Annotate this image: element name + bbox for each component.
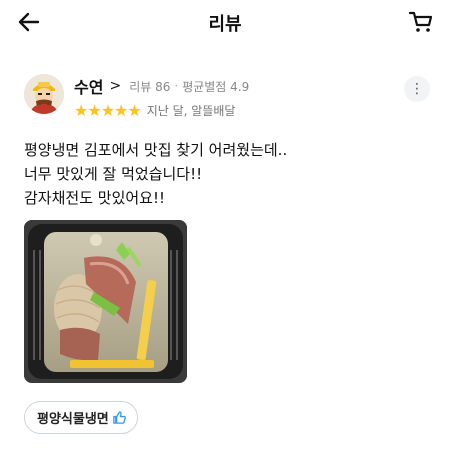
page-title: 리뷰	[208, 14, 242, 35]
review-text: 평양냉면 김포에서 맛집 찾기 어려웠는데.. 너무 맛있게 잘 먹었습니다!!…	[24, 138, 428, 210]
review-count: 리뷰 86	[129, 79, 171, 94]
review-text-line: 감자채전도 맛있어요!!	[24, 189, 165, 207]
review-photo[interactable]	[24, 220, 187, 383]
more-vertical-icon: ⋮	[410, 81, 424, 97]
review-text-line: 평양냉면 김포에서 맛집 찾기 어려웠는데..	[24, 141, 288, 159]
rating-row: ★★★★★ 지난 달, 알뜰배달	[74, 100, 236, 120]
username[interactable]: 수연	[74, 74, 103, 98]
cart-button[interactable]	[408, 9, 434, 35]
menu-tag-chip[interactable]: 평양식물냉면	[24, 401, 138, 434]
top-bar: 리뷰	[0, 0, 450, 44]
review-header: 수연 > 리뷰 86 · 평균별점 4.9 ★★★★★ 지난 달, 알뜰배달	[24, 74, 428, 124]
review-text-line: 너무 맛있게 잘 먹었습니다!!	[24, 165, 203, 183]
user-info-row: 수연 > 리뷰 86 · 평균별점 4.9	[74, 74, 250, 98]
avatar-character-icon	[24, 74, 64, 114]
chevron-right-icon[interactable]: >	[109, 78, 121, 94]
shopping-cart-icon	[408, 11, 433, 32]
menu-tag-label: 평양식물냉면	[37, 412, 109, 427]
posted-info: 지난 달, 알뜰배달	[146, 103, 236, 118]
thumbs-up-icon	[112, 411, 126, 424]
more-options-button[interactable]: ⋮	[404, 76, 430, 102]
average-rating: 평균별점 4.9	[182, 79, 250, 94]
star-rating: ★★★★★	[74, 100, 142, 120]
food-photo-image	[24, 220, 187, 383]
meta-separator: ·	[174, 79, 179, 93]
avatar[interactable]	[24, 74, 64, 114]
